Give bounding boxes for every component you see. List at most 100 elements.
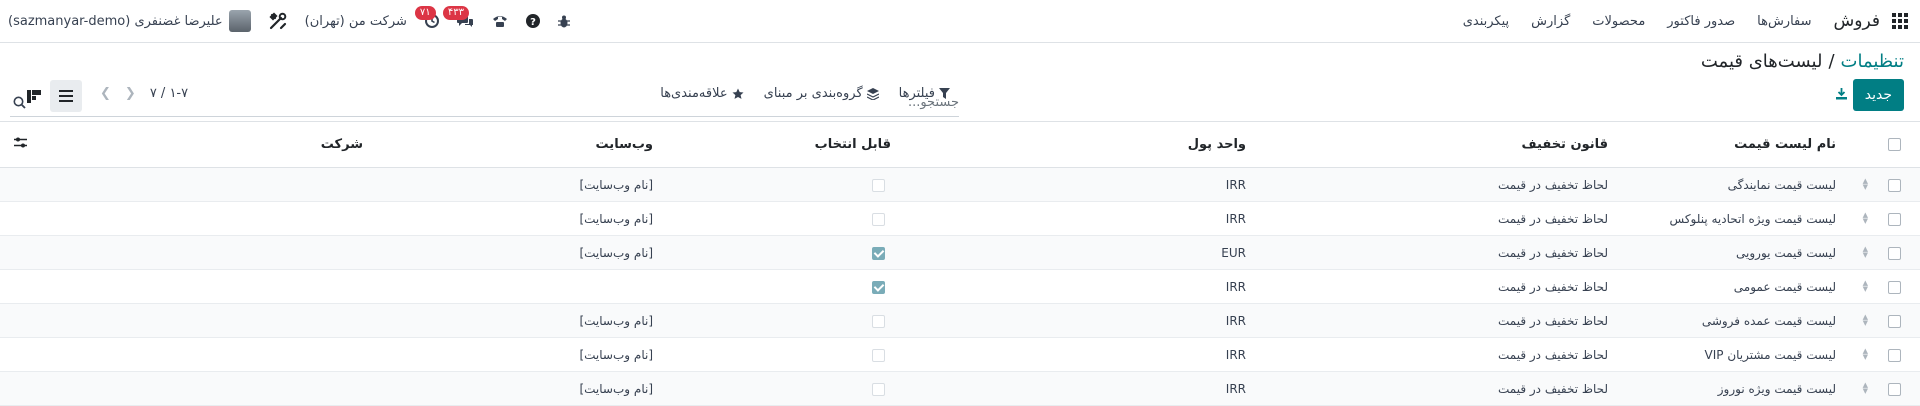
column-settings-sliders-icon[interactable] <box>14 137 27 148</box>
pager-next-icon[interactable]: ❯ <box>125 86 136 101</box>
settings-tools-icon[interactable] <box>269 12 287 30</box>
breadcrumb-parent[interactable]: تنظیمات <box>1841 51 1904 72</box>
row-checkbox[interactable] <box>1887 348 1901 362</box>
cell-website[interactable]: [نام وب‌سایت] <box>363 303 653 338</box>
cell-name[interactable]: لیست قیمت ویژه اتحادیه پنلوکس <box>1608 201 1836 236</box>
pager-value[interactable]: ۱-۷ / ۷ <box>150 86 188 101</box>
column-header-currency[interactable]: واحد پول <box>891 121 1246 168</box>
group-by-toggle[interactable]: گروه‌بندی بر مبنای <box>764 86 879 101</box>
menu-item-orders[interactable]: سفارش‌ها <box>1757 14 1811 29</box>
drag-handle-icon[interactable]: ▲ ▼ <box>1863 279 1868 292</box>
cell-company[interactable] <box>128 303 363 338</box>
debug-bug-icon[interactable] <box>557 15 570 28</box>
cell-website[interactable]: [نام وب‌سایت] <box>363 201 653 236</box>
cell-name[interactable]: لیست قیمت مشتریان VIP <box>1608 337 1836 372</box>
row-checkbox[interactable] <box>1887 246 1901 260</box>
drag-handle-icon[interactable]: ▲ ▼ <box>1863 211 1868 224</box>
cell-discount[interactable]: لحاظ تخفیف در قیمت <box>1246 337 1608 372</box>
drag-handle-icon[interactable]: ▲ ▼ <box>1863 347 1868 360</box>
cell-company[interactable] <box>128 201 363 236</box>
cell-discount[interactable]: لحاظ تخفیف در قیمت <box>1246 235 1608 270</box>
drag-handle-icon[interactable]: ▲ ▼ <box>1863 245 1868 258</box>
cell-currency[interactable]: IRR <box>891 201 1246 236</box>
help-icon[interactable]: ? <box>525 14 540 28</box>
messages-icon[interactable]: ۴۳۳ <box>442 6 474 28</box>
cell-website[interactable]: [نام وب‌سایت] <box>363 235 653 270</box>
phone-icon[interactable] <box>492 14 508 28</box>
column-header-selectable[interactable]: قابل انتخاب <box>653 121 891 168</box>
selectable-checkbox[interactable] <box>872 280 885 294</box>
cell-currency[interactable]: IRR <box>891 303 1246 338</box>
column-header-website[interactable]: وب‌سایت <box>363 121 653 168</box>
menu-item-invoicing[interactable]: صدور فاکتور <box>1667 14 1735 29</box>
drag-handle-icon[interactable]: ▲ ▼ <box>1863 381 1868 394</box>
cell-currency[interactable]: IRR <box>891 269 1246 304</box>
download-icon[interactable] <box>1835 87 1848 104</box>
favorites-toggle[interactable]: علاقه‌مندی‌ها <box>660 86 744 101</box>
pager-previous-icon[interactable]: ❮ <box>100 86 111 101</box>
kanban-view-icon[interactable] <box>18 80 50 112</box>
column-header-discount[interactable]: قانون تخفیف <box>1246 121 1608 168</box>
row-checkbox[interactable] <box>1887 314 1901 328</box>
cell-website[interactable]: [نام وب‌سایت] <box>363 371 653 406</box>
table-row[interactable]: ▲ ▼ لیست قیمت ویژه نوروز لحاظ تخفیف در قیمت… <box>0 371 1920 406</box>
cell-discount[interactable]: لحاظ تخفیف در قیمت <box>1246 201 1608 236</box>
cell-name[interactable]: لیست قیمت یورویی <box>1608 235 1836 270</box>
column-header-name[interactable]: نام لیست قیمت <box>1608 121 1836 168</box>
cell-selectable <box>653 269 891 304</box>
drag-handle-icon[interactable]: ▲ ▼ <box>1863 313 1868 326</box>
table-row[interactable]: ▲ ▼ لیست قیمت عمومی لحاظ تخفیف در قیمت IRR <box>0 269 1920 304</box>
cell-name[interactable]: لیست قیمت نمایندگی <box>1608 167 1836 202</box>
cell-company[interactable] <box>128 269 363 304</box>
cell-website[interactable] <box>363 269 653 304</box>
cell-currency[interactable]: IRR <box>891 167 1246 202</box>
table-row[interactable]: ▲ ▼ لیست قیمت نمایندگی لحاظ تخفیف در قیمت IR… <box>0 167 1920 202</box>
cell-website[interactable]: [نام وب‌سایت] <box>363 167 653 202</box>
cell-company[interactable] <box>128 167 363 202</box>
cell-discount[interactable]: لحاظ تخفیف در قیمت <box>1246 269 1608 304</box>
select-all-checkbox[interactable] <box>1887 138 1901 151</box>
cell-company[interactable] <box>128 235 363 270</box>
row-checkbox[interactable] <box>1887 178 1901 192</box>
column-header-company[interactable]: شرکت <box>128 121 363 168</box>
row-checkbox[interactable] <box>1887 280 1901 294</box>
filters-toggle[interactable]: فیلترها <box>899 86 950 101</box>
selectable-checkbox[interactable] <box>872 246 885 260</box>
favorites-label: علاقه‌مندی‌ها <box>660 86 728 101</box>
cell-discount[interactable]: لحاظ تخفیف در قیمت <box>1246 371 1608 406</box>
cell-discount[interactable]: لحاظ تخفیف در قیمت <box>1246 167 1608 202</box>
row-handle-cell: ▲ ▼ <box>1836 269 1868 304</box>
app-brand[interactable]: فروش <box>1834 11 1880 31</box>
menu-item-reporting[interactable]: گزارش <box>1531 14 1570 29</box>
row-checkbox[interactable] <box>1887 212 1901 226</box>
cell-currency[interactable]: IRR <box>891 337 1246 372</box>
selectable-checkbox[interactable] <box>872 212 885 226</box>
row-checkbox[interactable] <box>1887 382 1901 396</box>
cell-name[interactable]: لیست قیمت ویژه نوروز <box>1608 371 1836 406</box>
table-row[interactable]: ▲ ▼ لیست قیمت عمده فروشی لحاظ تخفیف در قیمت… <box>0 303 1920 338</box>
user-menu[interactable]: علیرضا غضنفری (sazmanyar-demo) <box>8 10 251 32</box>
selectable-checkbox[interactable] <box>872 382 885 396</box>
cell-discount[interactable]: لحاظ تخفیف در قیمت <box>1246 303 1608 338</box>
selectable-checkbox[interactable] <box>872 314 885 328</box>
cell-company[interactable] <box>128 337 363 372</box>
cell-name[interactable]: لیست قیمت عمده فروشی <box>1608 303 1836 338</box>
apps-grid-icon[interactable] <box>1892 13 1908 29</box>
cell-currency[interactable]: IRR <box>891 371 1246 406</box>
new-button[interactable]: جدید <box>1852 79 1904 111</box>
menu-item-products[interactable]: محصولات <box>1592 14 1645 29</box>
menu-item-configuration[interactable]: پیکربندی <box>1463 14 1509 29</box>
activity-clock-icon[interactable]: ۷۱ <box>414 6 439 28</box>
cell-name[interactable]: لیست قیمت عمومی <box>1608 269 1836 304</box>
list-view-icon[interactable] <box>50 80 82 112</box>
cell-currency[interactable]: EUR <box>891 235 1246 270</box>
table-row[interactable]: ▲ ▼ لیست قیمت یورویی لحاظ تخفیف در قیمت EUR [… <box>0 235 1920 270</box>
selectable-checkbox[interactable] <box>872 348 885 362</box>
selectable-checkbox[interactable] <box>872 178 885 192</box>
drag-handle-icon[interactable]: ▲ ▼ <box>1863 177 1868 190</box>
table-row[interactable]: ▲ ▼ لیست قیمت ویژه اتحادیه پنلوکس لحاظ تخفی… <box>0 201 1920 236</box>
table-row[interactable]: ▲ ▼ لیست قیمت مشتریان VIP لحاظ تخفیف در قیم… <box>0 337 1920 372</box>
cell-company[interactable] <box>128 371 363 406</box>
cell-website[interactable]: [نام وب‌سایت] <box>363 337 653 372</box>
company-switcher[interactable]: شرکت من (تهران) <box>305 14 407 29</box>
